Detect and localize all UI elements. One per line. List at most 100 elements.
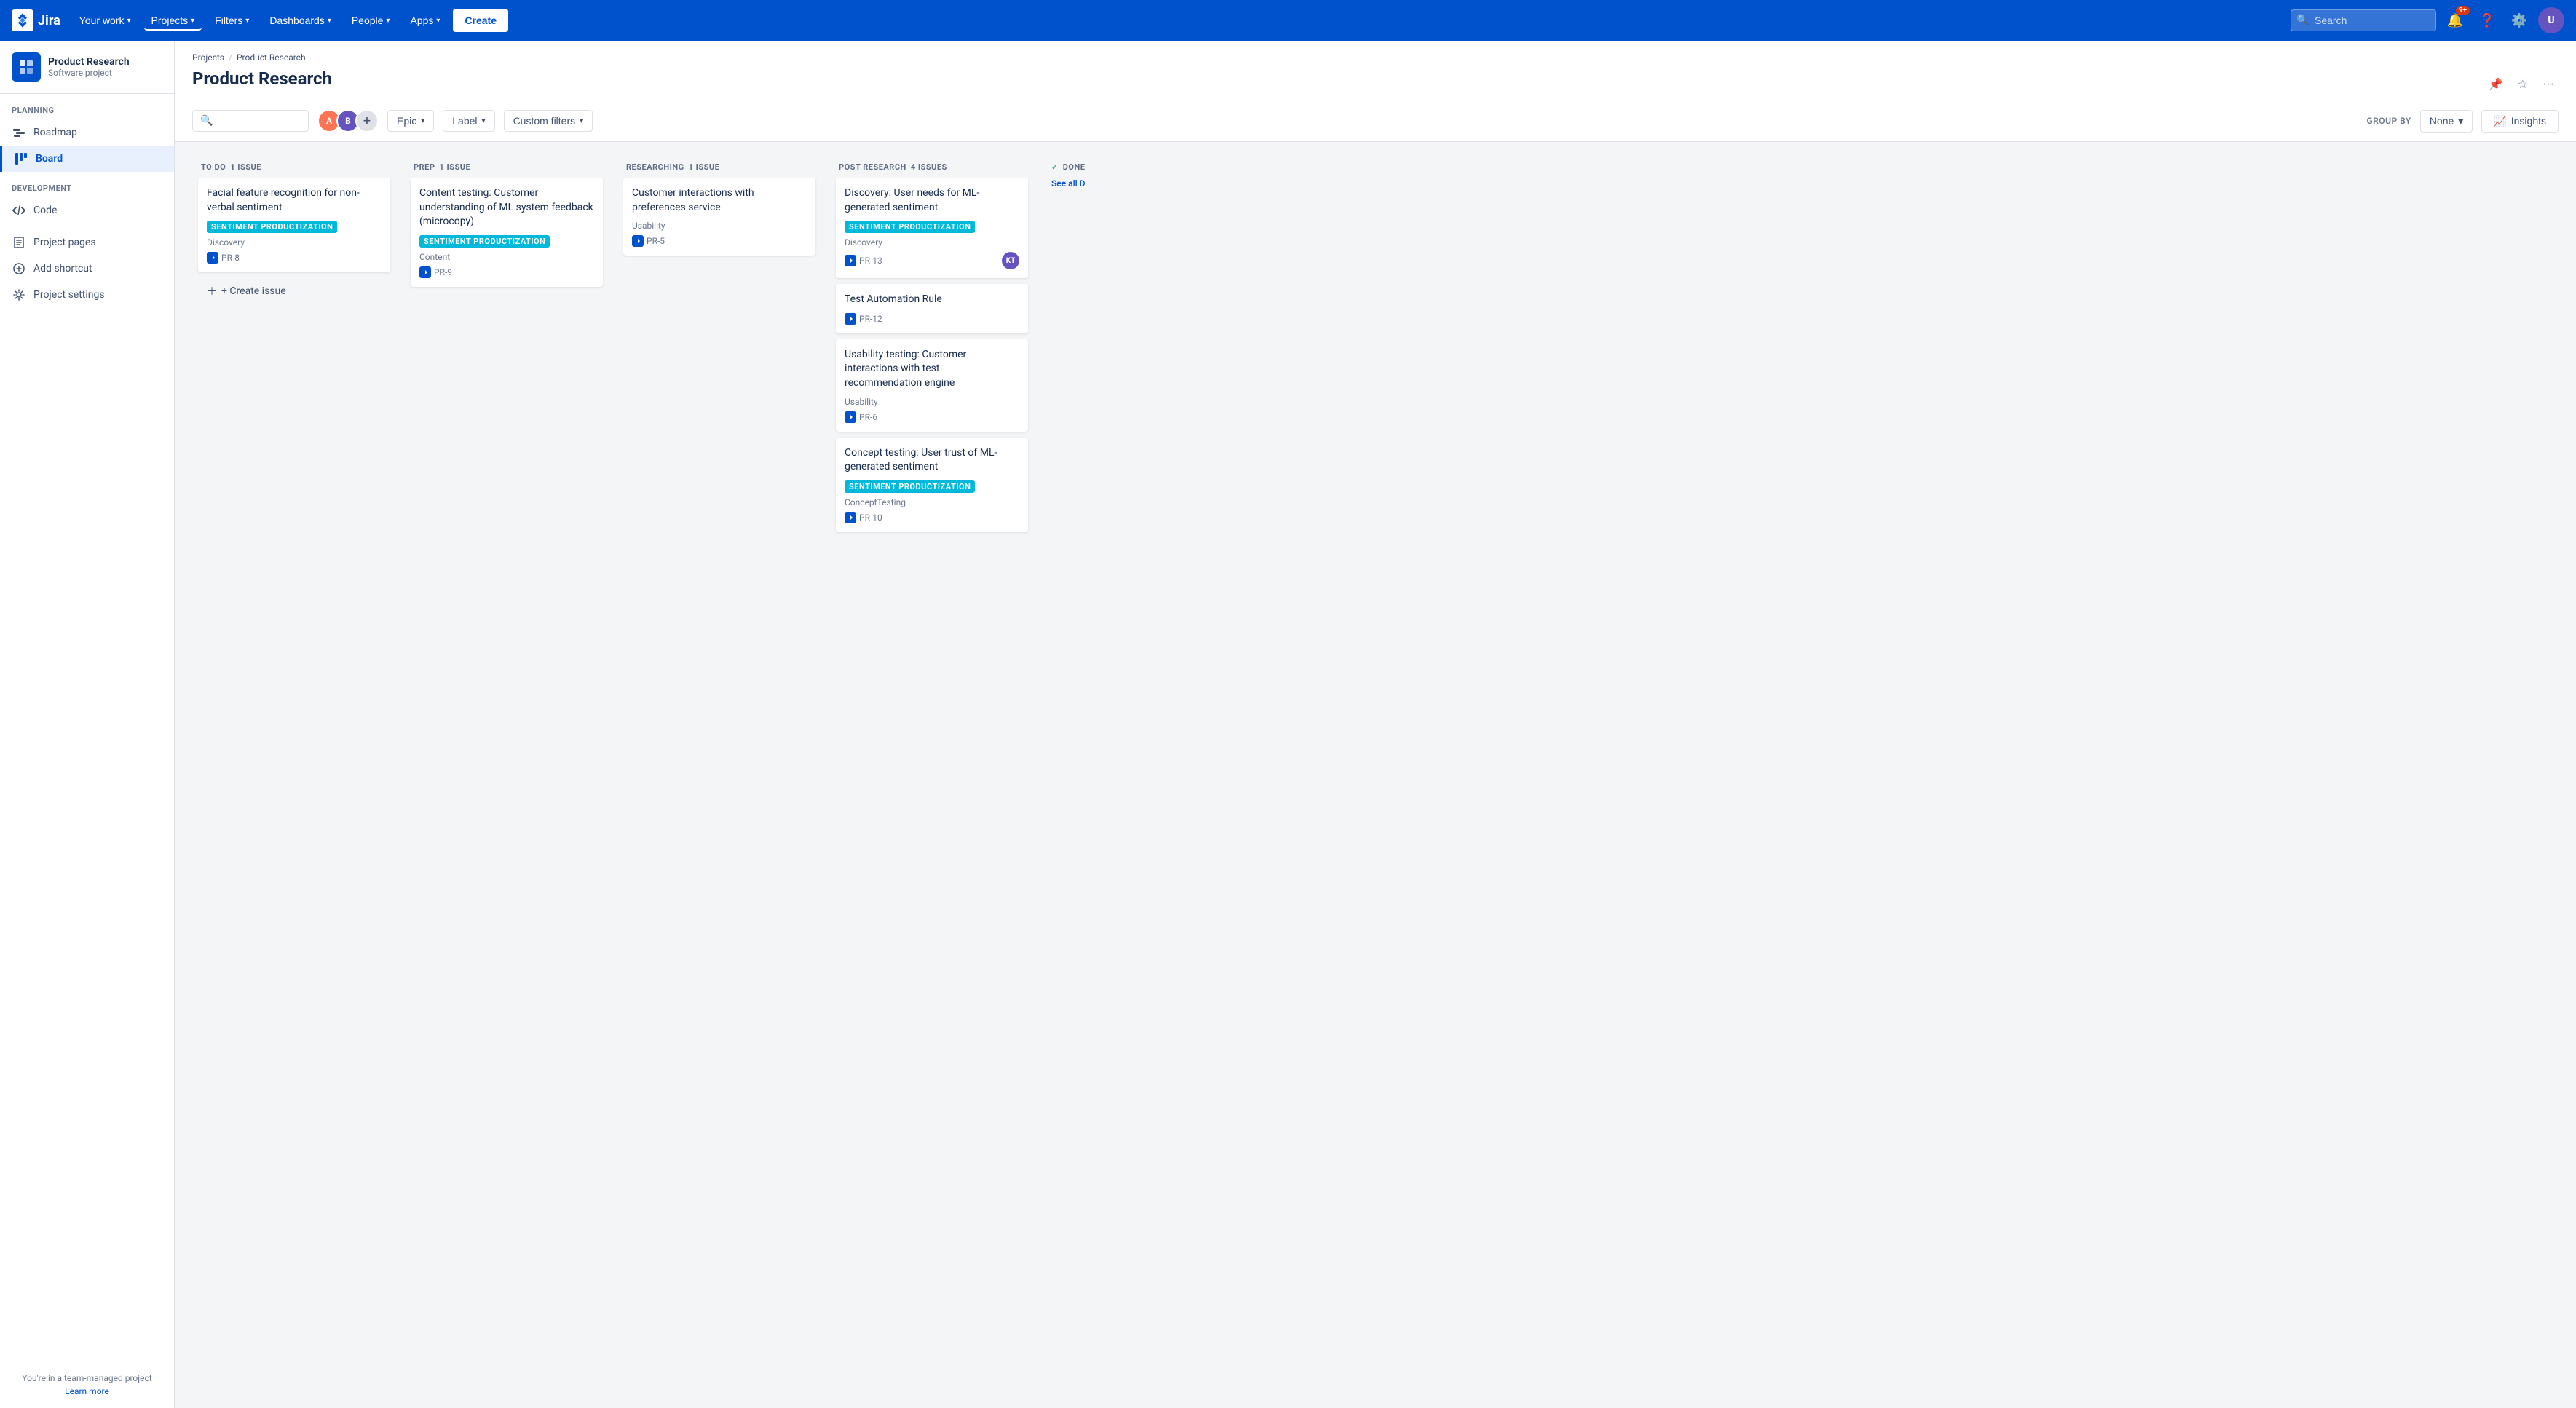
card-pr-10[interactable]: Concept testing: User trust of ML-genera… xyxy=(836,438,1028,532)
nav-people[interactable]: People ▾ xyxy=(344,10,398,31)
sidebar-item-project-pages[interactable]: Project pages xyxy=(0,229,174,256)
breadcrumb-separator: / xyxy=(229,52,232,63)
card-pr-5[interactable]: Customer interactions with preferences s… xyxy=(623,178,815,256)
column-header-researching: RESEARCHING 1 ISSUE xyxy=(617,154,821,178)
pin-button[interactable]: 📌 xyxy=(2484,73,2508,96)
notifications-button[interactable]: 🔔 9+ xyxy=(2442,7,2468,33)
breadcrumb-projects[interactable]: Projects xyxy=(192,52,224,63)
card-title: Discovery: User needs for ML-generated s… xyxy=(845,186,1019,215)
settings-button[interactable]: ⚙️ xyxy=(2506,7,2532,33)
epic-filter-button[interactable]: Epic ▾ xyxy=(387,110,434,132)
logo[interactable]: Jira xyxy=(12,9,60,31)
issue-type-icon xyxy=(845,411,856,423)
column-prep: PREP 1 ISSUE Content testing: Customer u… xyxy=(405,154,609,1396)
sidebar-item-board[interactable]: Board xyxy=(0,146,174,172)
user-avatar[interactable]: U xyxy=(2538,7,2564,33)
card-footer: PR-10 xyxy=(845,512,1019,523)
column-cards-prep: Content testing: Customer understanding … xyxy=(405,178,609,1396)
create-issue-button-todo[interactable]: ＋ + Create issue xyxy=(198,278,390,304)
notification-badge: 9+ xyxy=(2456,6,2470,15)
card-pr-6[interactable]: Usability testing: Customer interactions… xyxy=(836,339,1028,432)
jira-logo-icon xyxy=(12,9,33,31)
issue-key: PR-9 xyxy=(419,266,452,278)
help-button[interactable]: ❓ xyxy=(2474,7,2500,33)
see-all-done[interactable]: See all D xyxy=(1051,178,1086,189)
issue-key: PR-13 xyxy=(845,255,882,266)
column-cards-todo: Facial feature recognition for non-verba… xyxy=(192,178,396,1396)
board-search-box: 🔍 xyxy=(192,110,309,132)
column-post-research: POST RESEARCH 4 ISSUES Discovery: User n… xyxy=(830,154,1034,1396)
create-button[interactable]: Create xyxy=(453,9,508,32)
column-header-done: ✓ DONE See all D xyxy=(1043,154,1188,195)
card-footer: PR-13 KT xyxy=(845,252,1019,269)
group-by-select[interactable]: None ▾ xyxy=(2420,110,2473,133)
sidebar-item-code[interactable]: Code xyxy=(0,197,174,224)
card-pr-12[interactable]: Test Automation Rule PR-12 xyxy=(836,284,1028,333)
topnav: Jira Your work ▾ Projects ▾ Filters ▾ Da… xyxy=(0,0,2576,41)
sidebar-item-add-shortcut[interactable]: Add shortcut xyxy=(0,256,174,282)
sidebar-item-label: Code xyxy=(33,205,57,216)
sidebar-item-roadmap[interactable]: Roadmap xyxy=(0,119,174,146)
chevron-down-icon: ▾ xyxy=(436,17,440,25)
card-tag: SENTIMENT PRODUCTIZATION xyxy=(207,221,337,233)
learn-more-link[interactable]: Learn more xyxy=(12,1386,162,1396)
nav-your-work[interactable]: Your work ▾ xyxy=(72,10,138,31)
planning-section-label: PLANNING xyxy=(0,94,174,119)
label-filter-button[interactable]: Label ▾ xyxy=(443,110,494,132)
title-actions: 📌 ☆ ··· xyxy=(2484,73,2559,96)
card-label: Usability xyxy=(632,221,807,231)
page-title: Product Research xyxy=(192,68,332,89)
column-title-researching: RESEARCHING 1 ISSUE xyxy=(626,162,813,172)
avatar-filters: A B + xyxy=(317,109,379,133)
group-by-label: GROUP BY xyxy=(2367,116,2411,126)
sidebar-item-label: Project settings xyxy=(33,289,105,301)
search-wrapper: 🔍 xyxy=(2291,9,2436,31)
card-tag: SENTIMENT PRODUCTIZATION xyxy=(419,235,550,248)
logo-text: Jira xyxy=(38,13,60,28)
nav-apps[interactable]: Apps ▾ xyxy=(403,10,447,31)
column-title-todo: TO DO 1 ISSUE xyxy=(201,162,387,172)
card-title: Concept testing: User trust of ML-genera… xyxy=(845,446,1019,475)
card-pr-9[interactable]: Content testing: Customer understanding … xyxy=(411,178,603,287)
issue-type-icon xyxy=(845,512,856,523)
custom-filters-button[interactable]: Custom filters ▾ xyxy=(504,110,593,132)
footer-text: You're in a team-managed project xyxy=(12,1373,162,1383)
nav-projects[interactable]: Projects ▾ xyxy=(144,10,202,31)
search-input[interactable] xyxy=(2291,9,2436,31)
avatar-add-button[interactable]: + xyxy=(355,109,379,133)
breadcrumb-current[interactable]: Product Research xyxy=(237,52,306,63)
card-pr-13[interactable]: Discovery: User needs for ML-generated s… xyxy=(836,178,1028,278)
plus-icon: ＋ xyxy=(207,284,217,298)
breadcrumb: Projects / Product Research xyxy=(192,52,2559,63)
card-footer: PR-9 xyxy=(419,266,594,278)
card-title: Usability testing: Customer interactions… xyxy=(845,348,1019,391)
nav-dashboards[interactable]: Dashboards ▾ xyxy=(262,10,339,31)
issue-type-icon xyxy=(845,255,856,266)
chevron-down-icon: ▾ xyxy=(421,117,424,125)
project-icon xyxy=(12,52,41,82)
board-area: TO DO 1 ISSUE Facial feature recognition… xyxy=(175,142,2576,1408)
sidebar-footer: You're in a team-managed project Learn m… xyxy=(0,1361,174,1408)
card-pr-8[interactable]: Facial feature recognition for non-verba… xyxy=(198,178,390,272)
sidebar-item-label: Project pages xyxy=(33,237,96,248)
insights-icon: 📈 xyxy=(2494,115,2506,127)
sidebar-item-label: Board xyxy=(36,153,63,165)
main-content: Projects / Product Research Product Rese… xyxy=(175,41,2576,1408)
board-search-input[interactable] xyxy=(217,115,304,127)
issue-key: PR-8 xyxy=(207,252,240,264)
insights-button[interactable]: 📈 Insights xyxy=(2481,110,2559,133)
sidebar-item-project-settings[interactable]: Project settings xyxy=(0,282,174,308)
column-done: ✓ DONE See all D xyxy=(1043,154,1188,1396)
card-label: Content xyxy=(419,252,594,262)
column-cards-post-research: Discovery: User needs for ML-generated s… xyxy=(830,178,1034,1396)
nav-filters[interactable]: Filters ▾ xyxy=(208,10,256,31)
column-cards-researching: Customer interactions with preferences s… xyxy=(617,178,821,1396)
column-title-done: ✓ DONE xyxy=(1051,162,1085,172)
column-title-prep: PREP 1 ISSUE xyxy=(414,162,600,172)
star-button[interactable]: ☆ xyxy=(2513,73,2532,96)
issue-key: PR-10 xyxy=(845,512,882,523)
more-options-button[interactable]: ··· xyxy=(2538,73,2559,96)
chevron-down-icon: ▾ xyxy=(580,117,583,125)
chevron-down-icon: ▾ xyxy=(245,17,249,25)
app-layout: Product Research Software project PLANNI… xyxy=(0,41,2576,1408)
